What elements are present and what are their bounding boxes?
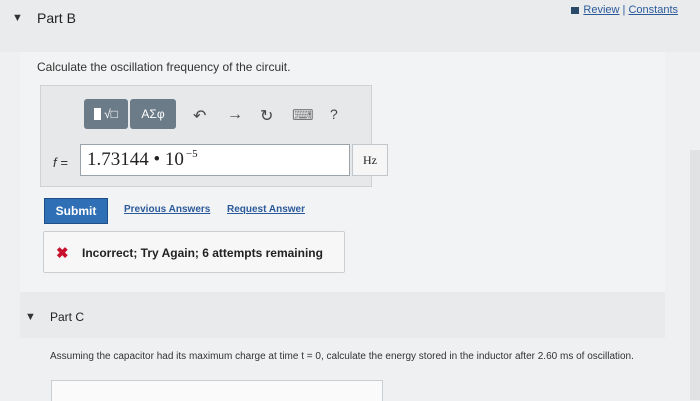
template-button[interactable]: √□ [84,99,128,129]
reset-icon[interactable]: ↻ [260,106,273,126]
previous-answers-link[interactable]: Previous Answers [124,204,210,215]
part-c-question: Assuming the capacitor had its maximum c… [50,351,634,362]
expand-icon[interactable]: ▼ [25,311,36,323]
greek-symbols-button[interactable]: ΑΣφ [130,99,176,129]
help-icon[interactable]: ? [330,106,338,122]
answer-value: 1.73144 • 10 [87,149,184,170]
review-constants: Review | Constants [571,4,678,16]
answer-input[interactable]: 1.73144 • 10 −5 [80,144,350,176]
unit-field[interactable]: Hz [352,144,388,176]
part-b-title: Part B [37,10,76,26]
square-icon [94,108,102,120]
scrollbar[interactable] [690,150,700,400]
variable-label: f = [53,155,68,170]
review-link[interactable]: Review [583,4,619,16]
incorrect-icon: ✖ [56,245,69,262]
part-c-header[interactable] [20,292,665,338]
undo-icon[interactable]: ↶ [193,106,206,126]
keyboard-icon[interactable]: ⌨ [292,106,314,124]
request-answer-link[interactable]: Request Answer [227,204,305,215]
book-icon [571,6,580,14]
answer-exponent: −5 [185,148,198,160]
part-c-panel [51,380,383,401]
collapse-icon[interactable]: ▼ [12,12,23,24]
submit-button[interactable]: Submit [44,198,108,224]
redo-icon[interactable]: → [227,106,243,124]
constants-link[interactable]: Constants [628,4,678,16]
part-c-title: Part C [50,310,85,324]
part-b-question: Calculate the oscillation frequency of t… [37,60,291,74]
feedback-message: Incorrect; Try Again; 6 attempts remaini… [82,246,323,260]
